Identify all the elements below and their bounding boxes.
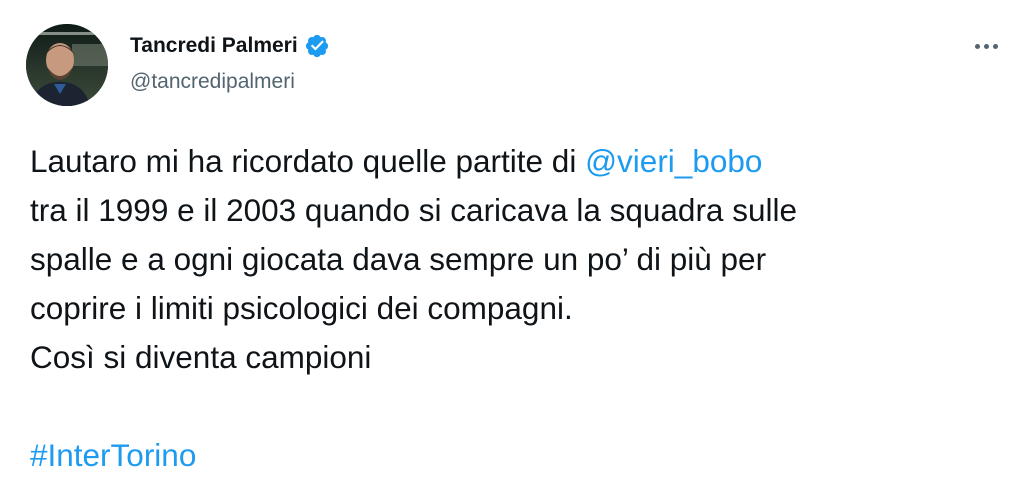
more-options-button[interactable] — [968, 34, 1004, 58]
tweet-line-hashtag: #InterTorino — [30, 431, 1010, 480]
tweet-text: Lautaro mi ha ricordato quelle partite d… — [30, 137, 1010, 480]
tweet-line-2: tra il 1999 e il 2003 quando si caricava… — [30, 192, 797, 228]
more-horizontal-icon — [974, 43, 998, 49]
tweet-line-1: Lautaro mi ha ricordato quelle partite d… — [30, 137, 1010, 186]
tweet-line-5: Così si diventa campioni — [30, 339, 372, 375]
author-handle[interactable]: @tancredipalmeri — [130, 70, 330, 94]
tweet-line-3: spalle e a ogni giocata dava sempre un p… — [30, 241, 767, 277]
hashtag-link[interactable]: #InterTorino — [30, 437, 196, 473]
tweet-line-4: coprire i limiti psicologici dei compagn… — [30, 290, 573, 326]
avatar[interactable] — [26, 24, 108, 106]
verified-badge-icon — [304, 33, 330, 59]
display-name[interactable]: Tancredi Palmeri — [130, 34, 298, 58]
tweet-text-segment: Lautaro mi ha ricordato quelle partite d… — [30, 143, 586, 179]
name-row: Tancredi Palmeri — [130, 32, 330, 60]
mention-link[interactable]: @vieri_bobo — [585, 143, 762, 179]
tweet-card: Tancredi Palmeri @tancredipalmeri Lautar… — [0, 0, 1024, 482]
avatar-image — [26, 24, 108, 106]
author-block: Tancredi Palmeri @tancredipalmeri — [130, 32, 330, 94]
